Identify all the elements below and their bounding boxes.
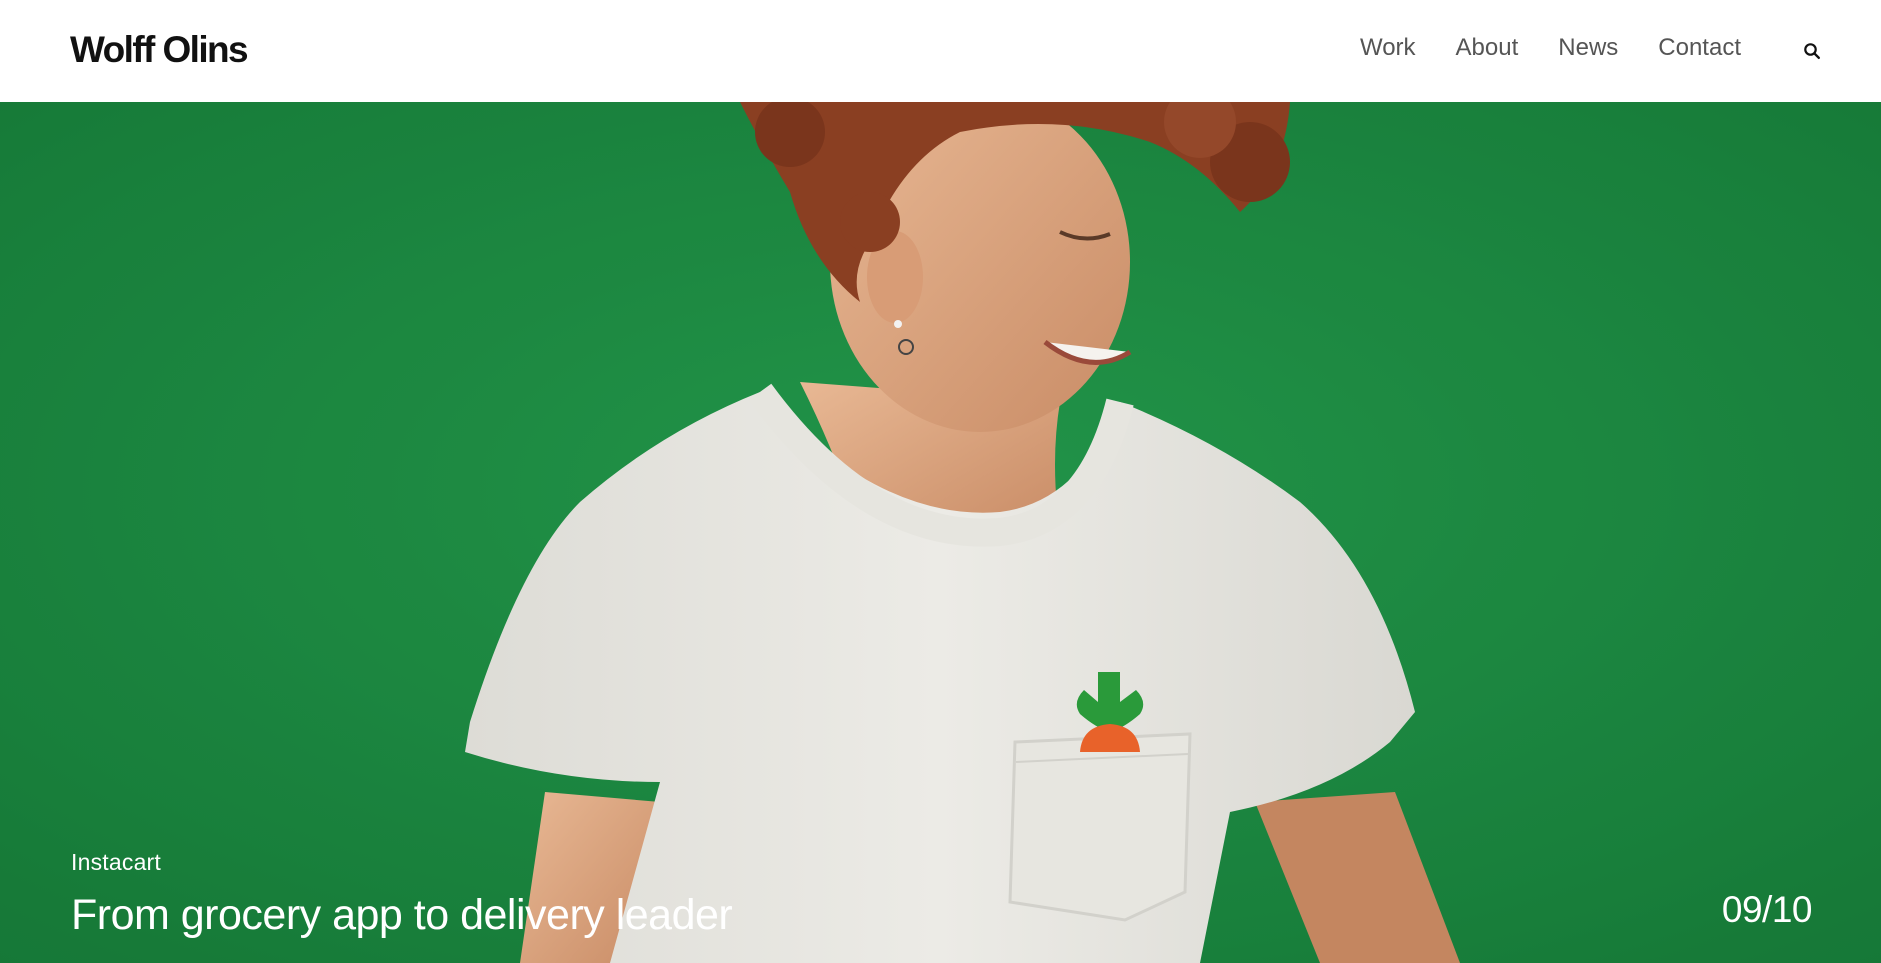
slide-headline[interactable]: From grocery app to delivery leader: [71, 894, 733, 937]
nav-work[interactable]: Work: [1360, 34, 1416, 62]
hero-slide[interactable]: Instacart From grocery app to delivery l…: [0, 102, 1881, 963]
nav-about[interactable]: About: [1456, 34, 1519, 62]
hero-image: [0, 102, 1881, 963]
main-nav: Work About News Contact: [1360, 32, 1825, 64]
client-name: Instacart: [71, 849, 162, 875]
slide-counter: 09/10: [1721, 889, 1813, 930]
nav-news[interactable]: News: [1558, 34, 1618, 62]
search-button[interactable]: [1799, 38, 1825, 64]
search-icon: [1804, 43, 1821, 60]
nav-contact[interactable]: Contact: [1658, 34, 1741, 62]
slide-caption[interactable]: Instacart From grocery app to delivery l…: [71, 849, 733, 937]
wolff-olins-logo[interactable]: Wolff Olins: [70, 31, 249, 68]
site-header: Wolff Olins Work About News Contact: [0, 0, 1881, 102]
